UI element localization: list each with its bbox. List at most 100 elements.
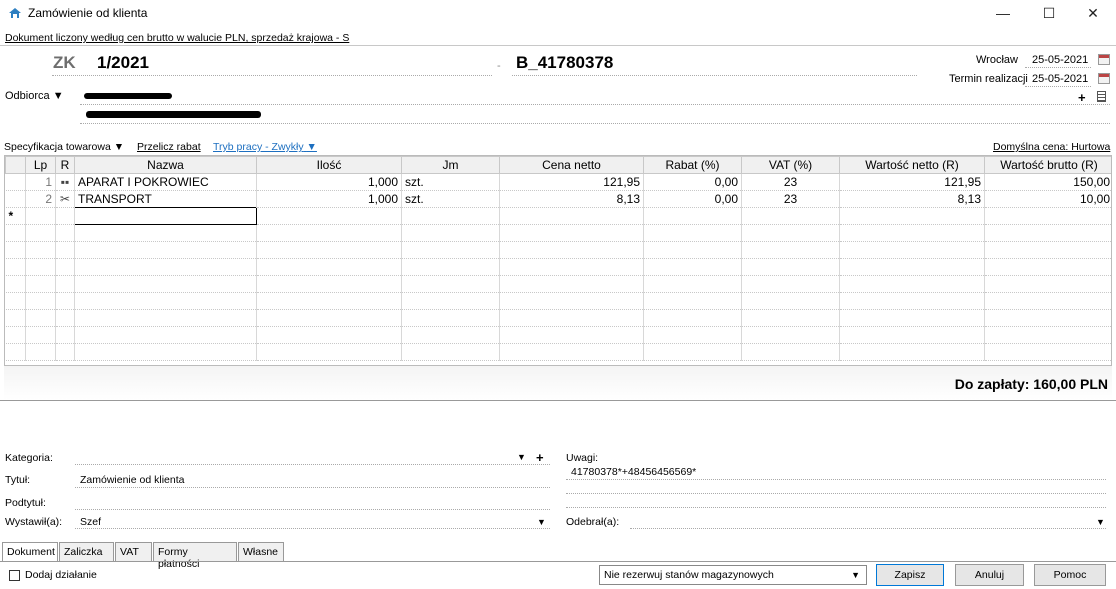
cell-netto[interactable]: 121,95 [839,173,985,191]
caret-down-icon[interactable]: ▼ [517,452,526,462]
default-price-link[interactable]: Domyślna cena: Hurtowa [993,141,1110,153]
recalc-discount-link[interactable]: Przelicz rabat [137,141,201,153]
tytul-field[interactable]: Zamówienie od klienta [80,474,184,486]
empty-cell[interactable] [741,207,840,225]
podtytul-label: Podtytuł: [5,497,46,509]
cell-jm[interactable]: szt. [401,173,500,191]
column-header[interactable]: Wartość brutto (R) [984,156,1111,174]
column-header[interactable]: Ilość [256,156,402,174]
cell-rabat[interactable]: 0,00 [643,190,742,208]
issue-date-field[interactable]: 25-05-2021 [1032,54,1088,66]
cell-ilosc[interactable]: 1,000 [256,173,402,191]
cell-lp: 2 [25,190,56,208]
total-band: Do zapłaty: 160,00 PLN [4,366,1112,400]
cell-vat[interactable]: 23 [741,190,840,208]
empty-cell[interactable] [984,207,1111,225]
add-customer-icon[interactable]: + [1078,90,1086,105]
empty-row [5,326,1111,344]
new-row-marker: * [5,207,26,225]
column-header[interactable]: Cena netto [499,156,644,174]
empty-cell[interactable] [401,207,500,225]
cell-brutto[interactable]: 10,00 [984,190,1111,208]
new-row[interactable]: * [5,207,1111,225]
reserve-stock-select[interactable]: Nie rezerwuj stanów magazynowych ▼ [599,565,867,585]
empty-cell[interactable] [499,207,644,225]
table-header: Lp R Nazwa Ilość Jm Cena netto Rabat (%)… [5,156,1111,174]
tab-vat[interactable]: VAT [115,542,152,562]
odbiorca-label: Odbiorca [5,90,50,102]
divider [75,528,550,529]
add-action-checkbox[interactable] [9,570,20,581]
spec-dropdown[interactable]: Specyfikacja towarowa ▼ [4,141,124,153]
external-number[interactable]: B_41780378 [516,53,613,73]
divider [566,479,1106,480]
wystawil-label: Wystawił(a): [5,516,63,528]
odebral-label: Odebrał(a): [566,516,620,528]
column-header[interactable]: R [55,156,75,174]
list-icon[interactable] [1097,91,1106,102]
empty-cell[interactable] [839,207,985,225]
termin-date-field[interactable]: 25-05-2021 [1032,73,1088,85]
wystawil-field[interactable]: Szef [80,516,101,528]
save-button[interactable]: Zapisz [876,564,944,586]
empty-cell[interactable] [643,207,742,225]
tab-zaliczka[interactable]: Zaliczka [59,542,114,562]
document-number[interactable]: 1/2021 [97,53,149,73]
column-header[interactable]: Nazwa [74,156,257,174]
add-category-icon[interactable]: + [536,450,544,465]
column-header[interactable]: Rabat (%) [643,156,742,174]
empty-row [5,309,1111,327]
tab-dokument[interactable]: Dokument [2,542,58,562]
odbiorca-dropdown[interactable]: Odbiorca ▼ [5,90,64,102]
cell-jm[interactable]: szt. [401,190,500,208]
podtytul-field[interactable] [75,509,550,510]
empty-row [5,292,1111,310]
cell-vat[interactable]: 23 [741,173,840,191]
cell-cena[interactable]: 121,95 [499,173,644,191]
caret-down-icon[interactable]: ▼ [537,517,546,527]
help-button[interactable]: Pomoc [1034,564,1106,586]
redacted-customer-name [84,93,172,99]
divider [512,75,917,76]
row-selector[interactable] [5,190,26,208]
table-row[interactable]: 1 ▪▪ APARAT I POKROWIEC 1,000 szt. 121,9… [5,173,1111,191]
tab-wlasne[interactable]: Własne [238,542,284,562]
maximize-button[interactable]: ☐ [1026,0,1072,28]
empty-row [5,224,1111,242]
column-header[interactable]: Jm [401,156,500,174]
cancel-button[interactable]: Anuluj [955,564,1024,586]
cell-netto[interactable]: 8,13 [839,190,985,208]
kategoria-field[interactable] [75,464,550,465]
minimize-button[interactable]: — [980,0,1026,28]
tab-formy-platnosci[interactable]: Formy płatności [153,542,237,570]
divider [80,104,1110,105]
divider [0,45,1116,46]
cell-nazwa[interactable]: APARAT I POKROWIEC [74,173,257,191]
row-selector[interactable] [5,173,26,191]
cell-brutto[interactable]: 150,00 [984,173,1111,191]
divider [52,75,492,76]
uwagi-field[interactable]: 41780378*+48456456569* [571,466,696,478]
column-header[interactable]: VAT (%) [741,156,840,174]
empty-cell[interactable] [25,207,56,225]
cell-ilosc[interactable]: 1,000 [256,190,402,208]
calendar-icon[interactable] [1098,73,1110,84]
empty-cell[interactable] [256,207,402,225]
calendar-icon[interactable] [1098,54,1110,65]
cell-rabat[interactable]: 0,00 [643,173,742,191]
cell-nazwa[interactable]: TRANSPORT [74,190,257,208]
caret-down-icon[interactable]: ▼ [1096,517,1105,527]
work-mode-link[interactable]: Tryb pracy - Zwykły ▼ [213,141,317,153]
empty-cell[interactable] [55,207,75,225]
items-grid[interactable]: Lp R Nazwa Ilość Jm Cena netto Rabat (%)… [4,155,1112,366]
table-row[interactable]: 2 ✂ TRANSPORT 1,000 szt. 8,13 0,00 23 8,… [5,190,1111,208]
odebral-field[interactable] [630,528,1106,529]
new-item-cell[interactable] [74,207,257,225]
caret-down-icon: ▼ [851,570,860,580]
cell-cena[interactable]: 8,13 [499,190,644,208]
close-button[interactable]: ✕ [1070,0,1116,28]
column-header[interactable]: Lp [25,156,56,174]
column-header[interactable]: Wartość netto (R) [839,156,985,174]
empty-row [5,258,1111,276]
document-info-link[interactable]: Dokument liczony według cen brutto w wal… [5,32,349,44]
